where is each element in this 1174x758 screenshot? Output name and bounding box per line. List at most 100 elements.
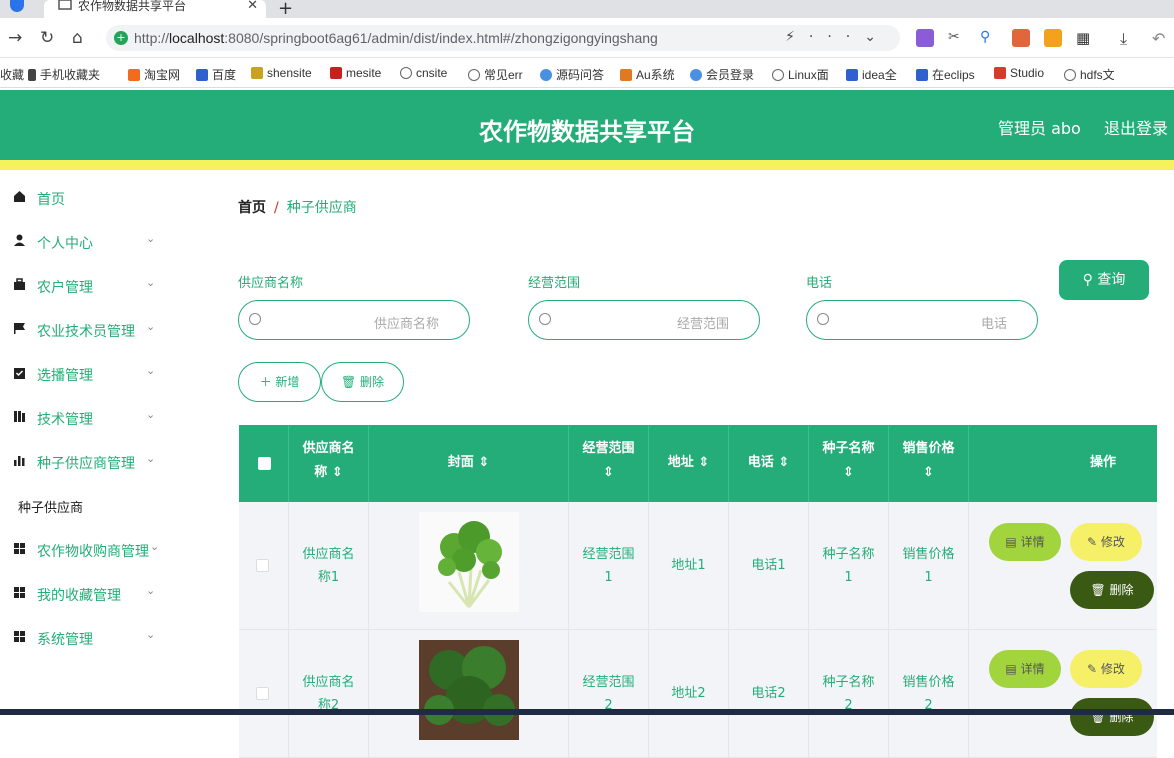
bookmark-item[interactable]: hdfs文 — [1064, 66, 1115, 83]
search-ext-icon[interactable]: ⚲ — [980, 29, 998, 47]
document-icon: ▤ — [1005, 535, 1021, 549]
sort-icon[interactable]: ⇕ — [603, 465, 614, 480]
breadcrumb-home[interactable]: 首页 — [238, 200, 266, 216]
sidebar-item-technicians[interactable]: 农业技术员管理 ⌄ — [0, 306, 168, 350]
phone-input[interactable]: 电话 — [806, 300, 1038, 340]
delete-row-button[interactable]: 🗑 删除 — [1070, 698, 1154, 736]
column-label: 销售价格 — [902, 441, 955, 456]
button-label: 详情 — [1020, 535, 1045, 549]
game-ext-icon[interactable] — [1012, 29, 1030, 47]
sidebar-item-home[interactable]: 首页 — [0, 174, 168, 218]
bookmark-item[interactable]: Linux面 — [772, 66, 829, 83]
scissors-icon[interactable]: ✂ — [948, 29, 966, 47]
column-price[interactable]: 销售价格 ⇕ — [889, 425, 969, 502]
row-checkbox[interactable] — [256, 559, 269, 572]
column-supplier[interactable]: 供应商名称 ⇕ — [289, 425, 369, 502]
sidebar-item-technology[interactable]: 技术管理 ⌄ — [0, 394, 168, 438]
cell-seed-name: 种子名称1 — [809, 502, 889, 630]
url-tools-icons[interactable]: ⚡···⌄ — [785, 29, 890, 45]
cell-text: 电话2 — [751, 686, 786, 701]
reload-icon[interactable]: ↻ — [40, 28, 54, 48]
sort-icon[interactable]: ⇕ — [778, 455, 789, 470]
download-icon[interactable]: ⤓ — [1120, 29, 1138, 48]
bookmark-item[interactable]: 会员登录 — [690, 66, 754, 83]
cover-image-celery[interactable] — [419, 512, 519, 612]
add-button[interactable]: ＋ 新增 — [238, 362, 321, 402]
bookmark-item[interactable]: 源码问答 — [540, 66, 604, 83]
bookmark-item[interactable]: Studio — [994, 66, 1044, 80]
select-all-column — [239, 425, 289, 502]
bookmark-item[interactable]: mesite — [330, 66, 381, 80]
select-all-checkbox[interactable] — [258, 457, 271, 470]
column-cover[interactable]: 封面 ⇕ — [369, 425, 569, 502]
cell-supplier: 供应商名称2 — [289, 630, 369, 758]
sidebar-item-favorites[interactable]: 我的收藏管理 ⌄ — [0, 570, 168, 614]
bookmark-item[interactable]: idea全 — [846, 66, 897, 83]
detail-button[interactable]: ▤ 详情 — [989, 523, 1061, 561]
sidebar-item-crop-buyers[interactable]: 农作物收购商管理 ⌄ — [0, 526, 168, 570]
sidebar-item-label: 选播管理 — [37, 368, 93, 384]
supplier-filter-label: 供应商名称 — [238, 276, 304, 291]
shield-ext-icon[interactable] — [1044, 29, 1062, 47]
sort-icon[interactable]: ⇕ — [332, 465, 343, 480]
clipboard-check-icon — [14, 368, 25, 379]
cell-operations: ▤ 详情 ✎ 修改 🗑 删除 — [969, 502, 1157, 630]
sidebar-item-system[interactable]: 系统管理 ⌄ — [0, 614, 168, 658]
column-phone[interactable]: 电话 ⇕ — [729, 425, 809, 502]
column-address[interactable]: 地址 ⇕ — [649, 425, 729, 502]
query-label: 查询 — [1097, 272, 1126, 288]
sort-icon[interactable]: ⇕ — [698, 455, 709, 470]
chevron-down-icon: ⌄ — [146, 364, 156, 377]
query-button[interactable]: ⚲ 查询 — [1059, 260, 1149, 300]
bookmark-item[interactable]: Au系统 — [620, 66, 675, 83]
column-label: 封面 — [447, 455, 474, 470]
tab-close-icon[interactable]: ✕ — [247, 0, 258, 12]
undo-icon[interactable]: ↶ — [1152, 29, 1170, 48]
sort-icon[interactable]: ⇕ — [478, 455, 489, 470]
bookmark-item[interactable]: 收藏 — [0, 66, 24, 83]
sidebar-item-sowing[interactable]: 选播管理 ⌄ — [0, 350, 168, 394]
translate-ext-icon[interactable] — [916, 29, 934, 47]
column-scope[interactable]: 经营范围 ⇕ — [569, 425, 649, 502]
sidebar-item-profile[interactable]: 个人中心 ⌄ — [0, 218, 168, 262]
supplier-name-input[interactable]: 供应商名称 — [238, 300, 470, 340]
cell-text: 经营范围1 — [582, 547, 635, 585]
edit-button[interactable]: ✎ 修改 — [1070, 523, 1142, 561]
browser-tab[interactable]: 农作物数据共享平台 ✕ — [44, 0, 266, 18]
cover-image-spinach[interactable] — [419, 640, 519, 740]
sidebar-subitem-seed-supplier[interactable]: 种子供应商 — [18, 497, 83, 516]
forward-icon[interactable]: → — [8, 28, 22, 48]
cell-phone: 电话1 — [729, 502, 809, 630]
bookmark-item[interactable]: 百度 — [196, 66, 236, 83]
sidebar-item-seed-suppliers[interactable]: 种子供应商管理 ⌄ — [0, 438, 168, 482]
apps-grid-icon[interactable]: ▦ — [1076, 29, 1094, 47]
grid-icon — [14, 543, 25, 554]
detail-button[interactable]: ▤ 详情 — [989, 650, 1061, 688]
home-browser-icon[interactable]: ⌂ — [72, 28, 83, 48]
bookmark-item[interactable]: 常见err — [468, 66, 523, 83]
briefcase-icon — [14, 278, 25, 290]
url-field[interactable]: + http://localhost:8080/springboot6ag61/… — [106, 25, 900, 51]
bookmark-item[interactable]: 淘宝网 — [128, 66, 180, 83]
button-label: 详情 — [1020, 662, 1045, 676]
grid-icon — [14, 587, 25, 598]
bookmark-item[interactable]: 在eclips — [916, 66, 975, 83]
bookmark-item[interactable]: cnsite — [400, 66, 447, 80]
business-scope-input[interactable]: 经营范围 — [528, 300, 760, 340]
batch-delete-button[interactable]: 🗑 删除 — [321, 362, 404, 402]
button-label: 修改 — [1100, 662, 1125, 676]
column-label: 供应商名称 — [302, 441, 355, 480]
bookmark-item[interactable]: 手机收藏夹 — [28, 66, 100, 83]
sort-icon[interactable]: ⇕ — [923, 465, 934, 480]
sort-icon[interactable]: ⇕ — [843, 465, 854, 480]
column-seed-name[interactable]: 种子名称 ⇕ — [809, 425, 889, 502]
delete-row-button[interactable]: 🗑 删除 — [1070, 571, 1154, 609]
new-tab-icon[interactable]: + — [278, 0, 293, 19]
row-checkbox[interactable] — [256, 687, 269, 700]
bookmark-item[interactable]: shensite — [251, 66, 312, 80]
cell-operations: ▤ 详情 ✎ 修改 🗑 删除 — [969, 630, 1157, 758]
edit-button[interactable]: ✎ 修改 — [1070, 650, 1142, 688]
cell-address: 地址2 — [649, 630, 729, 758]
sidebar-item-farmers[interactable]: 农户管理 ⌄ — [0, 262, 168, 306]
logout-link[interactable]: 退出登录 — [1104, 115, 1168, 139]
